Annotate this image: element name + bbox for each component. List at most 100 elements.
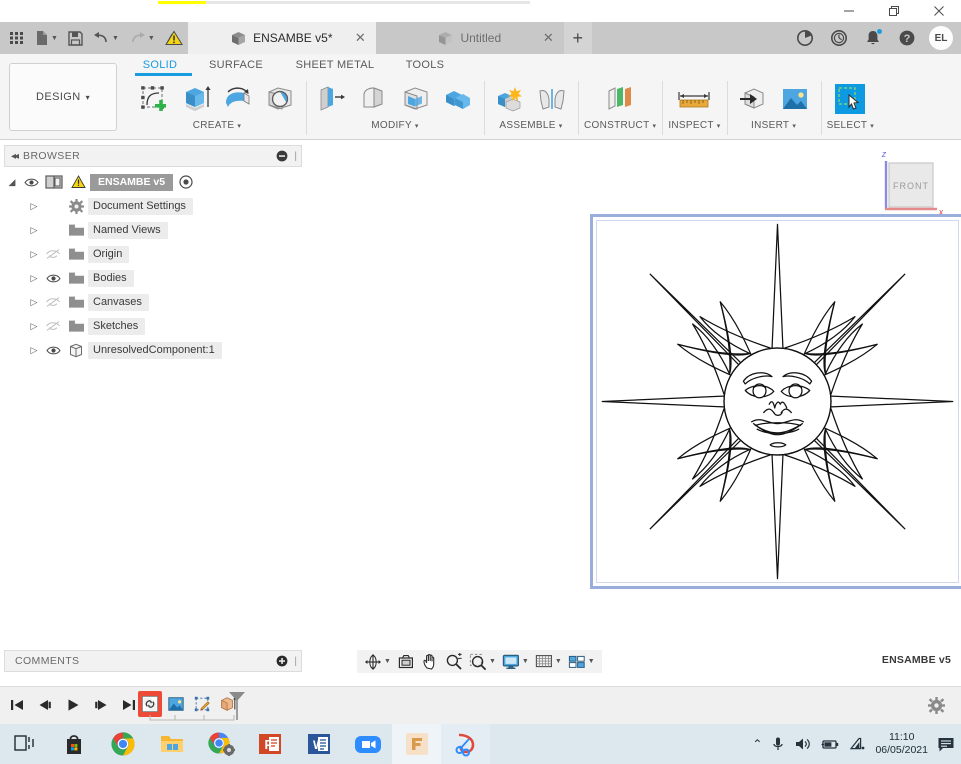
chevron-down-icon[interactable]: ▼: [522, 658, 529, 665]
browser-resize-handle[interactable]: |: [294, 151, 297, 162]
expand-triangle-icon[interactable]: ▷: [26, 249, 42, 260]
workspace-switcher-button[interactable]: DESIGN ▾: [9, 63, 117, 131]
microphone-icon[interactable]: [771, 736, 785, 752]
look-at-button[interactable]: [394, 650, 418, 673]
insert-derive-tool[interactable]: [733, 78, 773, 120]
canvas-image-tool[interactable]: [775, 78, 815, 120]
extrude-tool[interactable]: [176, 78, 216, 120]
job-status-button[interactable]: [789, 22, 821, 54]
expand-triangle-icon[interactable]: ▷: [26, 201, 42, 212]
document-tab-untitled[interactable]: Untitled ✕: [376, 22, 564, 54]
chevron-down-icon[interactable]: ▼: [384, 658, 391, 665]
new-component-tool[interactable]: [490, 78, 530, 120]
zoom-button[interactable]: [442, 650, 466, 673]
new-file-button[interactable]: ▼: [30, 22, 63, 54]
powerpoint-button[interactable]: P: [245, 724, 294, 764]
browser-collapse-icon[interactable]: ◂◂: [5, 151, 23, 162]
sidebar-item-sketches[interactable]: ▷ Sketches: [4, 314, 302, 338]
measure-tool[interactable]: [674, 78, 714, 120]
tray-expand-chevron-icon[interactable]: ⌃: [752, 737, 762, 751]
expand-triangle-icon[interactable]: ▷: [26, 345, 42, 356]
action-center-button[interactable]: [937, 736, 955, 753]
battery-icon[interactable]: [820, 737, 840, 751]
sidebar-item-origin[interactable]: ▷ Origin: [4, 242, 302, 266]
sphere-tool[interactable]: [260, 78, 300, 120]
press-pull-tool[interactable]: [312, 78, 352, 120]
sidebar-item-document-settings[interactable]: ▷ Document Settings: [4, 194, 302, 218]
canvas-image-frame[interactable]: [590, 214, 961, 589]
visibility-eye-icon[interactable]: [42, 273, 64, 284]
grid-snaps-button[interactable]: ▼: [532, 650, 565, 673]
timeline-settings-button[interactable]: [928, 697, 945, 714]
recent-activity-button[interactable]: [823, 22, 855, 54]
visibility-eye-hidden-icon[interactable]: [42, 320, 64, 332]
snipping-tool-button[interactable]: [441, 724, 490, 764]
save-button[interactable]: [63, 22, 88, 54]
expand-triangle-icon[interactable]: ◢: [4, 177, 20, 188]
taskbar-clock[interactable]: 11:10 06/05/2021: [875, 731, 928, 757]
panel-inspect-label[interactable]: INSPECT ▾: [668, 120, 720, 131]
fusion360-button[interactable]: [392, 724, 441, 764]
sidebar-item-bodies[interactable]: ▷ Bodies: [4, 266, 302, 290]
offset-plane-tool[interactable]: [600, 78, 640, 120]
window-minimize-button[interactable]: [826, 0, 871, 22]
redo-button[interactable]: ▼: [124, 22, 160, 54]
visibility-eye-hidden-icon[interactable]: [42, 296, 64, 308]
new-document-tab-button[interactable]: +: [564, 22, 592, 54]
file-explorer-button[interactable]: [147, 724, 196, 764]
document-tab-ensambe[interactable]: ENSAMBE v5* ✕: [188, 22, 376, 54]
tab-sheet-metal[interactable]: SHEET METAL: [280, 57, 390, 73]
sidebar-item-named-views[interactable]: ▷ Named Views: [4, 218, 302, 242]
panel-assemble-label[interactable]: ASSEMBLE ▾: [499, 120, 562, 131]
select-tool[interactable]: [830, 78, 870, 120]
go-to-beginning-button[interactable]: [6, 692, 28, 718]
zoom-app-button[interactable]: [343, 724, 392, 764]
add-comment-icon[interactable]: [276, 655, 288, 667]
visibility-eye-hidden-icon[interactable]: [42, 248, 64, 260]
expand-triangle-icon[interactable]: ▷: [26, 321, 42, 332]
notifications-button[interactable]: [857, 22, 889, 54]
task-view-button[interactable]: [0, 724, 49, 764]
tab-tools[interactable]: TOOLS: [390, 57, 460, 73]
visibility-eye-icon[interactable]: [42, 345, 64, 356]
volume-icon[interactable]: [794, 736, 811, 752]
browser-root-node[interactable]: ◢ ENSAMBE v5: [4, 170, 302, 194]
chrome-settings-button[interactable]: [196, 724, 245, 764]
revolve-tool[interactable]: [218, 78, 258, 120]
window-maximize-button[interactable]: [871, 0, 916, 22]
sidebar-item-canvases[interactable]: ▷ Canvases: [4, 290, 302, 314]
chevron-down-icon[interactable]: ▼: [489, 658, 496, 665]
shell-tool[interactable]: [396, 78, 436, 120]
joint-tool[interactable]: [532, 78, 572, 120]
help-button[interactable]: ?: [891, 22, 923, 54]
visibility-eye-icon[interactable]: [20, 177, 42, 188]
window-close-button[interactable]: [916, 0, 961, 22]
pan-button[interactable]: [418, 650, 442, 673]
word-button[interactable]: W: [294, 724, 343, 764]
viewports-button[interactable]: ▼: [565, 650, 598, 673]
browser-minimize-icon[interactable]: [276, 150, 288, 162]
zoom-window-button[interactable]: ▼: [466, 650, 499, 673]
activate-component-radio[interactable]: [179, 175, 193, 189]
chevron-down-icon[interactable]: ▼: [555, 658, 562, 665]
fillet-tool[interactable]: [354, 78, 394, 120]
tab-solid[interactable]: SOLID: [128, 57, 192, 73]
expand-triangle-icon[interactable]: ▷: [26, 297, 42, 308]
step-back-button[interactable]: [34, 692, 56, 718]
expand-triangle-icon[interactable]: ▷: [26, 273, 42, 284]
go-to-end-button[interactable]: [118, 692, 140, 718]
design-viewport[interactable]: FRONT z x: [303, 141, 961, 646]
user-avatar[interactable]: EL: [929, 26, 953, 50]
sidebar-item-unresolved-component[interactable]: ▷ UnresolvedComponent:1: [4, 338, 302, 362]
panel-create-label[interactable]: CREATE ▾: [193, 120, 241, 131]
app-grid-button[interactable]: [4, 22, 30, 54]
combine-tool[interactable]: [438, 78, 478, 120]
microsoft-store-button[interactable]: [49, 724, 98, 764]
tab-surface[interactable]: SURFACE: [192, 57, 280, 73]
wifi-icon[interactable]: [849, 737, 866, 751]
orbit-button[interactable]: ▼: [361, 650, 394, 673]
display-settings-button[interactable]: ▼: [499, 650, 532, 673]
panel-insert-label[interactable]: INSERT ▾: [751, 120, 796, 131]
panel-modify-label[interactable]: MODIFY ▾: [371, 120, 419, 131]
document-tab-close-icon[interactable]: ✕: [543, 30, 554, 46]
